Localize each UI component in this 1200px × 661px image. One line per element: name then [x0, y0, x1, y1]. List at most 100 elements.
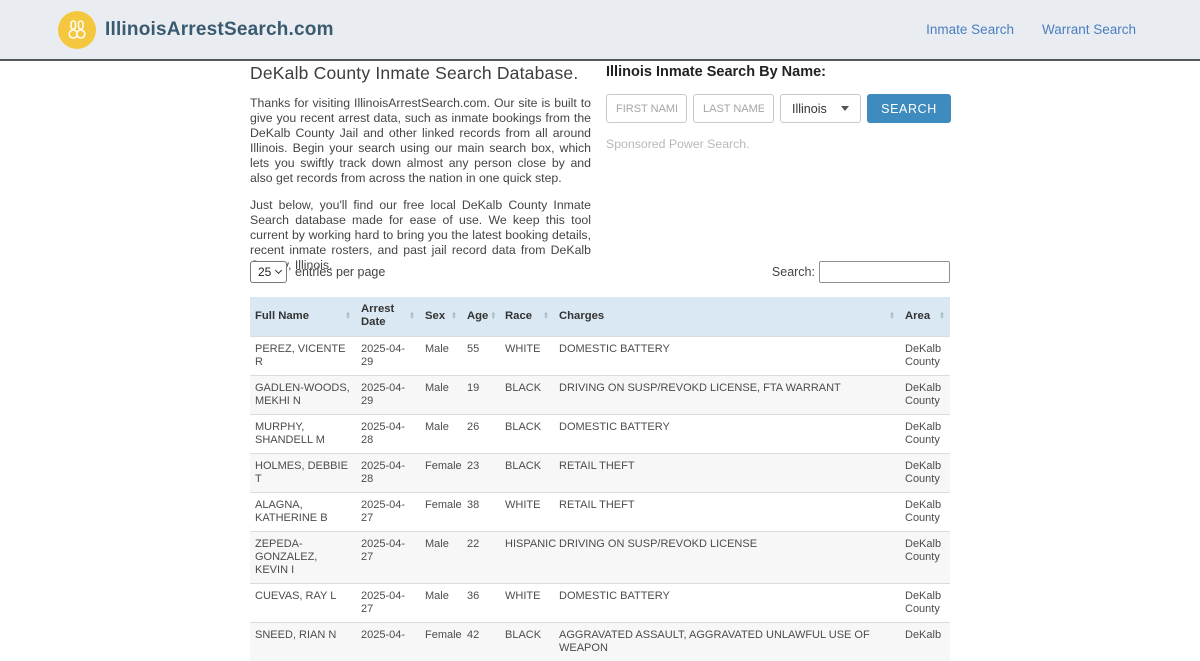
column-label: Arrest Date — [361, 303, 395, 329]
cell-arrest-date: 2025-04- — [356, 621, 420, 661]
sort-icon[interactable]: ▲ ▼ — [939, 311, 945, 321]
cell-full-name: PEREZ, VICENTE R — [250, 335, 356, 375]
cell-age: 19 — [462, 374, 500, 414]
cell-sex: Female — [420, 452, 462, 492]
cell-full-name: GADLEN-WOODS, MEKHI N — [250, 374, 356, 414]
nav-inmate-search[interactable]: Inmate Search — [926, 22, 1014, 37]
column-label: Charges — [559, 309, 605, 322]
table-row[interactable]: MURPHY, SHANDELL M 2025-04-28 Male 26 BL… — [250, 413, 950, 453]
cell-area: DeKalb County — [900, 413, 950, 453]
column-header-age[interactable]: Age ▲ ▼ — [462, 297, 500, 336]
cell-full-name: SNEED, RIAN N — [250, 621, 356, 661]
top-bar: IllinoisArrestSearch.com Inmate Search W… — [0, 0, 1200, 61]
cell-charges: DRIVING ON SUSP/REVOKD LICENSE — [554, 530, 900, 583]
sort-icon[interactable]: ▲ ▼ — [409, 311, 415, 321]
cell-charges: RETAIL THEFT — [554, 491, 900, 531]
cell-charges: RETAIL THEFT — [554, 452, 900, 492]
table-search-label: Search: — [771, 264, 815, 279]
name-search-panel: Illinois Inmate Search By Name: Illinois… — [606, 64, 951, 151]
main-nav: Inmate Search Warrant Search — [926, 22, 1136, 37]
sort-icon[interactable]: ▲ ▼ — [451, 311, 457, 321]
page-title: DeKalb County Inmate Search Database. — [250, 63, 579, 83]
column-header-race[interactable]: Race ▲ ▼ — [500, 297, 554, 336]
column-header-arrest-date[interactable]: Arrest Date ▲ ▼ — [356, 297, 420, 336]
sort-icon[interactable]: ▲ ▼ — [345, 311, 351, 321]
search-form: Illinois SEARCH — [606, 94, 951, 123]
table-row[interactable]: GADLEN-WOODS, MEKHI N 2025-04-29 Male 19… — [250, 374, 950, 414]
nav-warrant-search[interactable]: Warrant Search — [1042, 22, 1136, 37]
handcuffs-icon — [58, 10, 96, 49]
chevron-down-icon — [274, 266, 283, 275]
column-label: Sex — [425, 309, 446, 322]
column-header-charges[interactable]: Charges ▲ ▼ — [554, 297, 900, 336]
cell-arrest-date: 2025-04-27 — [356, 582, 420, 622]
cell-race: BLACK — [500, 413, 554, 453]
cell-full-name: CUEVAS, RAY L — [250, 582, 356, 622]
cell-area: DeKalb County — [900, 335, 950, 375]
table-row[interactable]: ALAGNA, KATHERINE B 2025-04-27 Female 38… — [250, 491, 950, 531]
cell-race: BLACK — [500, 374, 554, 414]
cell-area: DeKalb County — [900, 530, 950, 583]
cell-age: 22 — [462, 530, 500, 583]
column-label: Age — [467, 309, 489, 322]
cell-full-name: MURPHY, SHANDELL M — [250, 413, 356, 453]
column-header-full-name[interactable]: Full Name ▲ ▼ — [250, 297, 356, 336]
cell-sex: Male — [420, 335, 462, 375]
cell-age: 42 — [462, 621, 500, 661]
cell-area: DeKalb County — [900, 582, 950, 622]
table-row[interactable]: SNEED, RIAN N 2025-04- Female 42 BLACK A… — [250, 621, 950, 661]
column-header-area[interactable]: Area ▲ ▼ — [900, 297, 950, 336]
sponsored-text: Sponsored Power Search. — [606, 137, 750, 151]
intro-section: DeKalb County Inmate Search Database. Th… — [250, 63, 591, 273]
site-logo[interactable]: IllinoisArrestSearch.com — [58, 10, 334, 49]
first-name-input[interactable] — [606, 94, 687, 123]
cell-sex: Male — [420, 374, 462, 414]
table-row[interactable]: ZEPEDA-GONZALEZ, KEVIN I 2025-04-27 Male… — [250, 530, 950, 583]
table-search-group: Search: — [771, 260, 950, 283]
cell-charges: DRIVING ON SUSP/REVOKD LICENSE, FTA WARR… — [554, 374, 900, 414]
cell-charges: AGGRAVATED ASSAULT, AGGRAVATED UNLAWFUL … — [554, 621, 900, 661]
entries-per-page-select[interactable]: 25 — [250, 260, 287, 283]
cell-charges: DOMESTIC BATTERY — [554, 582, 900, 622]
site-title: IllinoisArrestSearch.com — [105, 18, 334, 40]
column-label: Area — [905, 309, 931, 322]
state-select[interactable]: Illinois — [780, 94, 861, 123]
table-row[interactable]: CUEVAS, RAY L 2025-04-27 Male 36 WHITE D… — [250, 582, 950, 622]
chevron-down-icon — [841, 106, 849, 111]
cell-full-name: HOLMES, DEBBIE T — [250, 452, 356, 492]
cell-full-name: ALAGNA, KATHERINE B — [250, 491, 356, 531]
cell-area: DeKalb County — [900, 491, 950, 531]
cell-race: BLACK — [500, 452, 554, 492]
column-label: Race — [505, 309, 533, 322]
search-button[interactable]: SEARCH — [867, 94, 951, 123]
table-controls: 25 entries per page Search: — [250, 260, 950, 283]
search-form-title: Illinois Inmate Search By Name: — [606, 64, 826, 80]
cell-sex: Female — [420, 491, 462, 531]
sort-icon[interactable]: ▲ ▼ — [889, 311, 895, 321]
table-header: Full Name ▲ ▼ Arrest Date ▲ ▼ Sex ▲ ▼ Age ▲… — [250, 297, 950, 336]
cell-race: BLACK — [500, 621, 554, 661]
last-name-input[interactable] — [693, 94, 774, 123]
cell-charges: DOMESTIC BATTERY — [554, 413, 900, 453]
cell-arrest-date: 2025-04-29 — [356, 335, 420, 375]
table-search-input[interactable] — [819, 260, 950, 283]
cell-age: 36 — [462, 582, 500, 622]
cell-age: 23 — [462, 452, 500, 492]
cell-sex: Female — [420, 621, 462, 661]
column-header-sex[interactable]: Sex ▲ ▼ — [420, 297, 462, 336]
cell-age: 55 — [462, 335, 500, 375]
cell-area: DeKalb County — [900, 452, 950, 492]
cell-arrest-date: 2025-04-28 — [356, 413, 420, 453]
cell-sex: Male — [420, 582, 462, 622]
cell-arrest-date: 2025-04-27 — [356, 530, 420, 583]
cell-race: WHITE — [500, 582, 554, 622]
entries-select-value: 25 — [258, 264, 272, 279]
table-row[interactable]: PEREZ, VICENTE R 2025-04-29 Male 55 WHIT… — [250, 335, 950, 375]
cell-area: DeKalb County — [900, 374, 950, 414]
cell-sex: Male — [420, 413, 462, 453]
cell-sex: Male — [420, 530, 462, 583]
sort-icon[interactable]: ▲ ▼ — [543, 311, 549, 321]
table-row[interactable]: HOLMES, DEBBIE T 2025-04-28 Female 23 BL… — [250, 452, 950, 492]
sort-icon[interactable]: ▲ ▼ — [490, 311, 496, 321]
cell-age: 26 — [462, 413, 500, 453]
